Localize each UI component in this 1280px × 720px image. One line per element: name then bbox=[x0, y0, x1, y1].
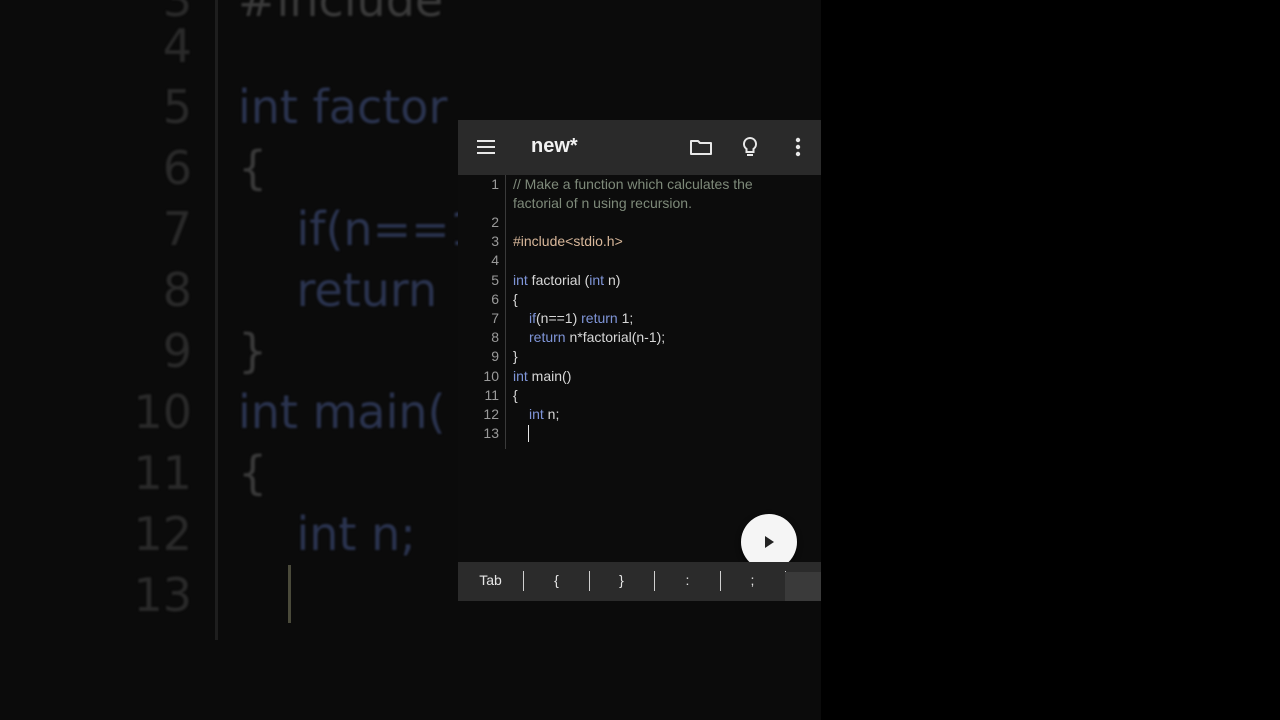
line-number: 7 bbox=[491, 310, 499, 326]
code-text: n*factorial(n-1); bbox=[565, 329, 666, 345]
line-number: 10 bbox=[483, 368, 499, 384]
background-gutter-line bbox=[215, 0, 218, 640]
background-line-number: 5 bbox=[162, 80, 192, 134]
background-line-number: 4 bbox=[162, 19, 192, 73]
background-code-line: int n; bbox=[238, 507, 416, 561]
keyword: return bbox=[529, 329, 566, 345]
background-line-number: 12 bbox=[133, 507, 192, 561]
keyword: return bbox=[581, 310, 618, 326]
key-semicolon[interactable]: ; bbox=[730, 562, 775, 601]
menu-icon[interactable] bbox=[474, 134, 500, 160]
key-divider bbox=[720, 571, 721, 591]
more-vert-icon[interactable] bbox=[785, 134, 811, 160]
code-line: int factorial (int n) bbox=[513, 271, 620, 290]
code-comment: factorial of n using recursion. bbox=[513, 195, 692, 211]
code-text: 1; bbox=[617, 310, 634, 326]
line-number: 12 bbox=[483, 406, 499, 422]
line-number: 1 bbox=[491, 176, 499, 192]
play-icon bbox=[765, 536, 774, 548]
code-text: n; bbox=[543, 406, 560, 422]
background-line-number: 8 bbox=[162, 263, 192, 317]
code-text: main() bbox=[527, 368, 572, 384]
code-text: factorial ( bbox=[527, 272, 590, 288]
background-caret bbox=[288, 565, 291, 623]
line-number: 8 bbox=[491, 329, 499, 345]
background-code-line: return bbox=[238, 263, 438, 317]
code-text: n) bbox=[604, 272, 621, 288]
line-number: 2 bbox=[491, 214, 499, 230]
key-divider bbox=[654, 571, 655, 591]
code-line: } bbox=[513, 348, 518, 364]
background-line-number: 11 bbox=[133, 446, 192, 500]
gutter-divider bbox=[505, 175, 506, 449]
code-line: { bbox=[513, 291, 518, 307]
background-code-line: int main( bbox=[238, 385, 446, 439]
key-close-brace[interactable]: } bbox=[599, 562, 644, 601]
file-title: new* bbox=[531, 135, 578, 157]
background-line-number: 13 bbox=[133, 568, 192, 622]
keyword: if bbox=[529, 310, 536, 326]
code-preprocessor: #include<stdio.h> bbox=[513, 233, 623, 249]
code-text: (n==1) bbox=[536, 310, 582, 326]
app-bar: new* bbox=[458, 120, 821, 175]
background-code-line: { bbox=[238, 141, 268, 195]
key-open-brace[interactable]: { bbox=[534, 562, 579, 601]
folder-icon[interactable] bbox=[688, 134, 714, 160]
key-divider bbox=[523, 571, 524, 591]
background-line-number: 10 bbox=[133, 385, 192, 439]
line-number: 9 bbox=[491, 348, 499, 364]
code-line: int n; bbox=[529, 405, 559, 424]
line-number: 6 bbox=[491, 291, 499, 307]
text-caret bbox=[528, 425, 529, 442]
background-code-line: if(n==1 bbox=[238, 202, 479, 256]
keyword: int bbox=[513, 368, 528, 384]
line-number: 4 bbox=[491, 252, 499, 268]
lightbulb-icon[interactable] bbox=[737, 134, 763, 160]
background-code-line: { bbox=[238, 446, 268, 500]
keyword: int bbox=[513, 272, 528, 288]
code-area[interactable]: 1 2 3 4 5 6 7 8 9 10 11 12 13 // Make a … bbox=[458, 175, 821, 562]
keyword: int bbox=[589, 272, 605, 288]
symbol-key-bar: Tab { } : ; bbox=[458, 562, 821, 601]
background-code-line: #include bbox=[238, 0, 444, 27]
background-line-number: 9 bbox=[162, 324, 192, 378]
code-line: int main() bbox=[513, 367, 571, 386]
key-tab[interactable]: Tab bbox=[468, 562, 513, 601]
background-code-line: int factor bbox=[238, 80, 448, 134]
key-colon[interactable]: : bbox=[665, 562, 710, 601]
background-line-number: 7 bbox=[162, 202, 192, 256]
right-black-area bbox=[821, 0, 1280, 720]
line-number: 13 bbox=[483, 425, 499, 441]
background-line-number: 6 bbox=[162, 141, 192, 195]
line-number: 3 bbox=[491, 233, 499, 249]
code-line: { bbox=[513, 387, 518, 403]
code-line: if(n==1) return 1; bbox=[529, 309, 633, 328]
keyword: int bbox=[529, 406, 544, 422]
code-line: return n*factorial(n-1); bbox=[529, 328, 665, 347]
key-divider bbox=[589, 571, 590, 591]
background-code-line: } bbox=[238, 324, 268, 378]
keybar-scroll-indicator bbox=[785, 572, 821, 601]
code-editor-app: new* 1 2 3 4 5 6 7 8 9 10 11 12 13 // Ma… bbox=[458, 120, 821, 601]
line-number: 5 bbox=[491, 272, 499, 288]
code-comment: // Make a function which calculates the bbox=[513, 176, 753, 192]
line-number: 11 bbox=[484, 387, 499, 403]
